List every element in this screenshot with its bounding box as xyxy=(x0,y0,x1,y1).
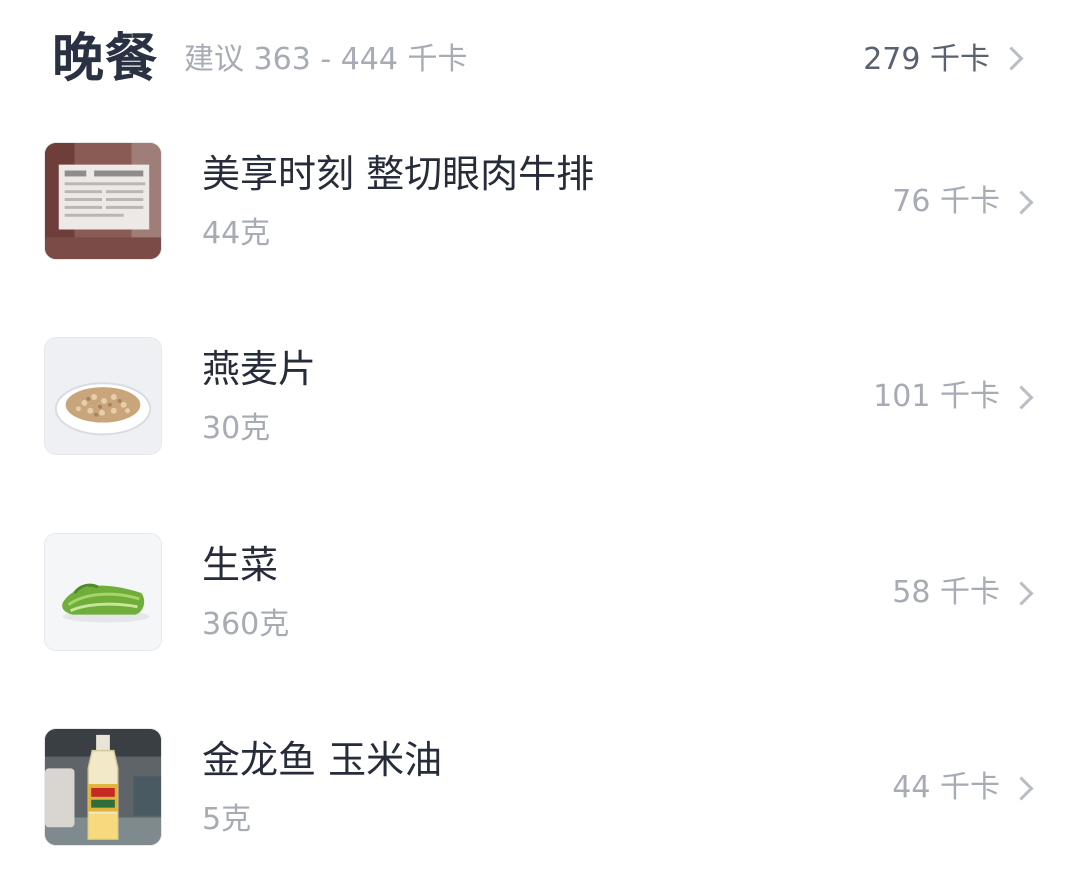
lettuce-icon xyxy=(44,533,162,651)
food-calories: 76 千卡 xyxy=(892,184,1000,219)
food-item-row[interactable]: 生菜 360克 58 千卡 xyxy=(0,533,1080,663)
food-amount: 30克 xyxy=(202,411,271,446)
calorie-suggestion: 建议 363 - 444 千卡 xyxy=(184,42,468,77)
meal-total-calories: 279 千卡 xyxy=(863,42,990,77)
food-amount: 5克 xyxy=(202,802,252,837)
steak-package-icon xyxy=(44,142,162,260)
food-item-row[interactable]: 美享时刻 整切眼肉牛排 44克 76 千卡 xyxy=(0,142,1080,272)
chevron-right-icon[interactable] xyxy=(1009,190,1034,215)
food-amount: 44克 xyxy=(202,216,271,251)
chevron-right-icon[interactable] xyxy=(999,46,1024,71)
food-calories: 58 千卡 xyxy=(892,575,1000,610)
meal-header[interactable]: 晚餐 建议 363 - 444 千卡 279 千卡 xyxy=(0,0,1080,120)
meal-title: 晚餐 xyxy=(52,29,159,89)
food-amount: 360克 xyxy=(202,607,290,642)
chevron-right-icon[interactable] xyxy=(1009,581,1034,606)
oatmeal-plate-icon xyxy=(44,337,162,455)
corn-oil-bottle-icon xyxy=(44,728,162,846)
food-calories: 44 千卡 xyxy=(892,770,1000,805)
food-name: 金龙鱼 玉米油 xyxy=(202,738,443,782)
chevron-right-icon[interactable] xyxy=(1009,776,1034,801)
food-name: 生菜 xyxy=(202,543,279,587)
food-name: 美享时刻 整切眼肉牛排 xyxy=(202,152,595,196)
food-item-row[interactable]: 燕麦片 30克 101 千卡 xyxy=(0,337,1080,467)
food-item-row[interactable]: 金龙鱼 玉米油 5克 44 千卡 xyxy=(0,728,1080,858)
food-calories: 101 千卡 xyxy=(873,379,1000,414)
chevron-right-icon[interactable] xyxy=(1009,385,1034,410)
food-name: 燕麦片 xyxy=(202,347,317,391)
